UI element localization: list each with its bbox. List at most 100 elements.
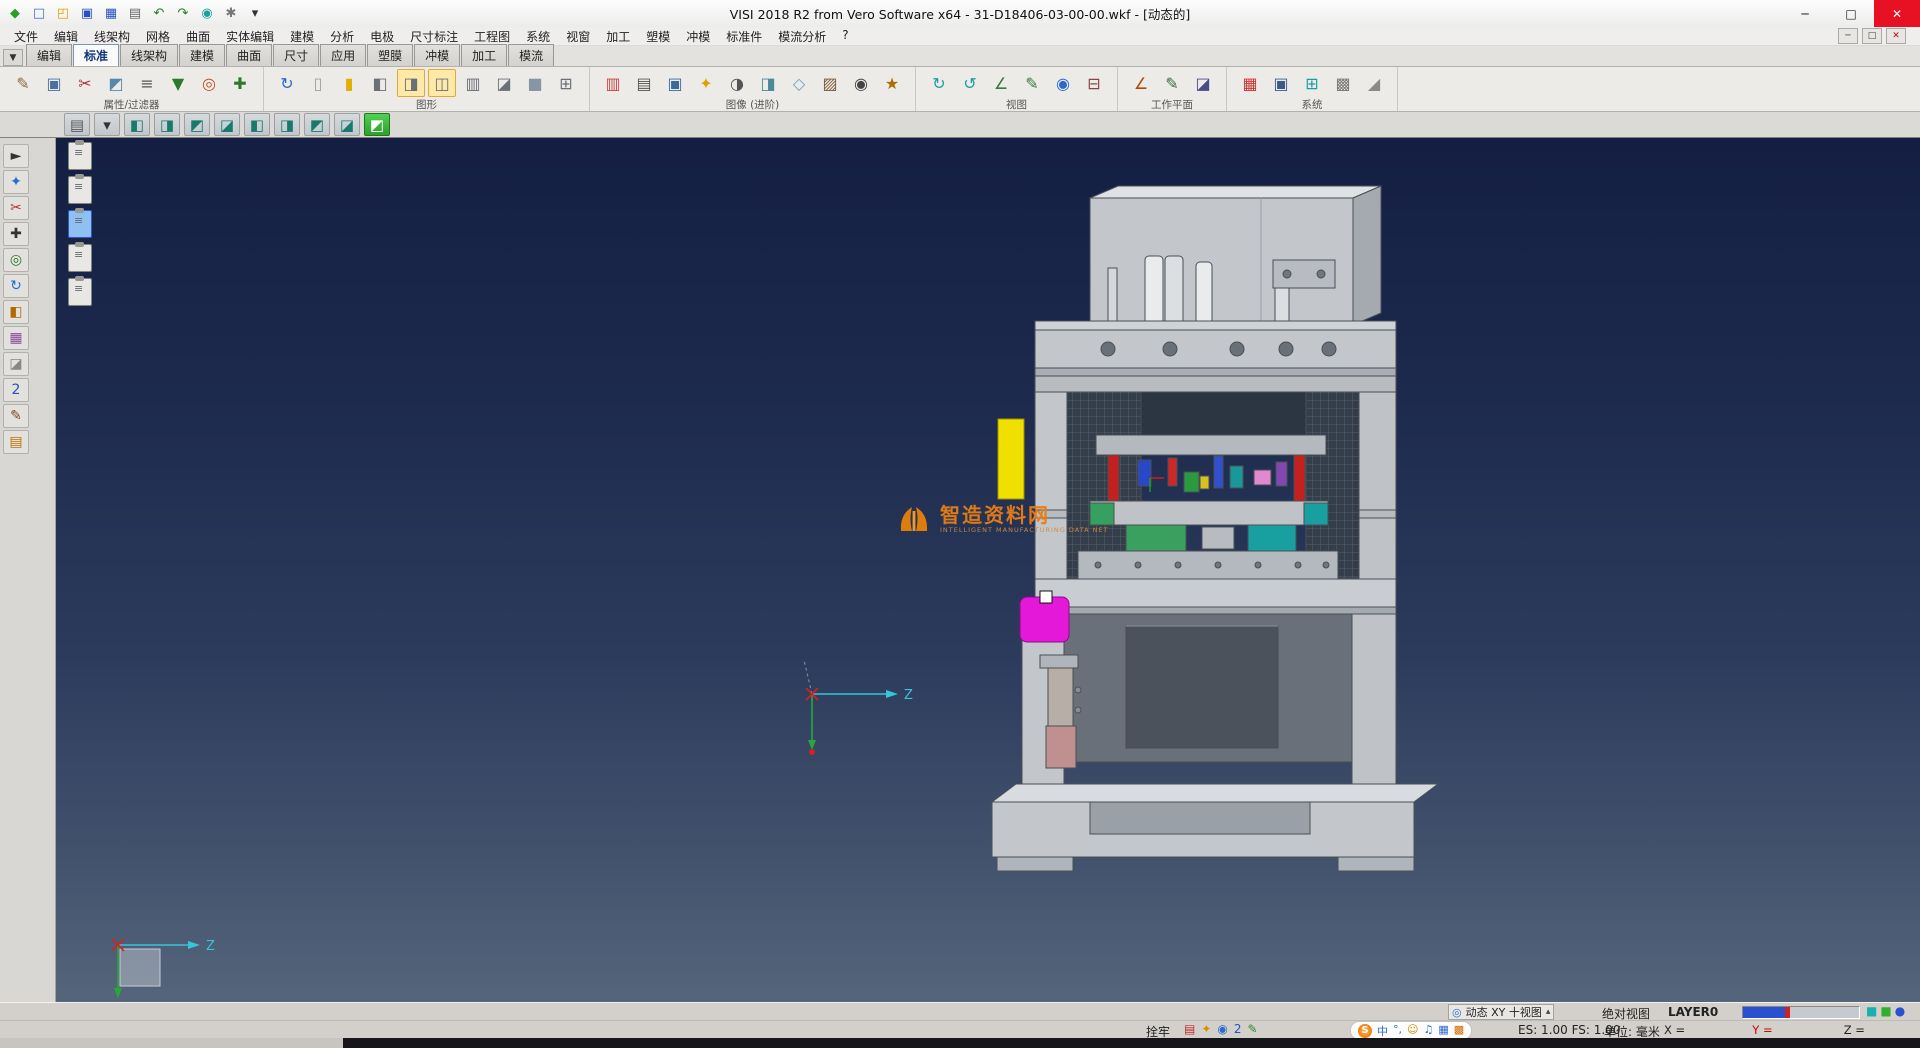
settings-icon[interactable]: ✱ <box>220 4 242 24</box>
tab-machining[interactable]: 加工 <box>461 44 507 66</box>
mdi-minimize-button[interactable]: ─ <box>1838 28 1858 44</box>
view-cube-left-icon[interactable]: ◩ <box>184 113 210 136</box>
new-document-icon[interactable]: □ <box>28 4 50 24</box>
lamp-on-icon[interactable]: ▮ <box>335 69 363 97</box>
capture-icon[interactable]: ◉ <box>196 4 218 24</box>
view-mode-selector[interactable]: ◎ 动态 XY 十视图 ▴ <box>1448 1004 1554 1020</box>
mirror-icon[interactable]: ◨ <box>754 69 782 97</box>
view-cube-bottom-icon[interactable]: ◨ <box>274 113 300 136</box>
annotate-icon[interactable]: ✎ <box>1018 69 1046 97</box>
tab-surface[interactable]: 曲面 <box>226 44 272 66</box>
edit-2d-icon[interactable]: 2 <box>3 378 29 402</box>
view-cube-iso-se-icon[interactable]: ◪ <box>334 113 360 136</box>
ime-chinese-mode-icon[interactable]: 中 <box>1377 1023 1388 1039</box>
menu-surface[interactable]: 曲面 <box>178 27 218 46</box>
tab-wireframe[interactable]: 线架构 <box>120 44 178 66</box>
bounding-box-icon[interactable]: ⊞ <box>552 69 580 97</box>
texture-icon[interactable]: ▨ <box>816 69 844 97</box>
menu-machining[interactable]: 加工 <box>598 27 638 46</box>
side-bracket[interactable] <box>1273 260 1335 288</box>
attr-magnet-icon[interactable]: ◎ <box>195 69 223 97</box>
attr-match-icon[interactable]: ✚ <box>226 69 254 97</box>
top-housing[interactable] <box>1090 186 1381 325</box>
session-lock-icon[interactable]: ▤ <box>1184 1022 1195 1036</box>
clipboard-slot-1[interactable] <box>68 142 92 170</box>
compass-icon[interactable]: ◎ <box>3 248 29 272</box>
selection-grid-icon[interactable]: ⊞ <box>1298 69 1326 97</box>
undo-icon[interactable]: ↶ <box>148 4 170 24</box>
transparency-icon[interactable]: ◪ <box>490 69 518 97</box>
menu-modeling[interactable]: 建模 <box>282 27 322 46</box>
attr-copy-icon[interactable]: ▣ <box>40 69 68 97</box>
hidden-line-icon[interactable]: ▥ <box>459 69 487 97</box>
solid-view-icon[interactable]: ■ <box>521 69 549 97</box>
menu-mesh[interactable]: 网格 <box>138 27 178 46</box>
view-cube-back-icon[interactable]: ◨ <box>154 113 180 136</box>
light-icon[interactable]: ✦ <box>692 69 720 97</box>
sogou-logo-icon[interactable]: S <box>1358 1024 1372 1038</box>
raster-icon[interactable]: ▩ <box>1329 69 1357 97</box>
ime-mic-icon[interactable]: ♫ <box>1423 1023 1433 1039</box>
indicator-teal-square[interactable]: ■ <box>1866 1004 1877 1018</box>
library-icon[interactable]: ▤ <box>3 430 29 454</box>
menu-electrode[interactable]: 电极 <box>362 27 402 46</box>
tab-modeling[interactable]: 建模 <box>179 44 225 66</box>
film-icon[interactable]: ▤ <box>630 69 658 97</box>
view-cube-right-icon[interactable]: ◪ <box>214 113 240 136</box>
mold-stack[interactable] <box>1078 435 1338 579</box>
zoom-dynamic-icon[interactable]: ↻ <box>925 69 953 97</box>
view-cube-iso-sw-icon[interactable]: ◩ <box>304 113 330 136</box>
ime-toolbox-icon[interactable]: ▩ <box>1454 1023 1464 1039</box>
save-all-icon[interactable]: ▦ <box>100 4 122 24</box>
monitor-icon[interactable]: ▣ <box>1267 69 1295 97</box>
gradient-icon[interactable]: ◢ <box>1360 69 1388 97</box>
view-list-dropdown-icon[interactable]: ▾ <box>94 113 120 136</box>
view-cube-iso-active-icon[interactable]: ◩ <box>364 113 390 136</box>
magenta-selected-part[interactable] <box>1020 591 1069 642</box>
menu-edit[interactable]: 编辑 <box>46 27 86 46</box>
zoom-previous-icon[interactable]: ↺ <box>956 69 984 97</box>
open-file-icon[interactable]: ◰ <box>52 4 74 24</box>
camera-icon[interactable]: ◉ <box>847 69 875 97</box>
attr-filter-icon[interactable]: ▼ <box>164 69 192 97</box>
rotate-view-icon[interactable]: ↻ <box>3 274 29 298</box>
base-frame[interactable] <box>992 784 1438 871</box>
clipboard-slot-2[interactable] <box>68 176 92 204</box>
menu-die[interactable]: 冲模 <box>678 27 718 46</box>
tab-overflow-dropdown[interactable]: ▼ <box>3 49 23 66</box>
ime-emoji-icon[interactable]: ☺ <box>1407 1023 1418 1039</box>
globe-icon[interactable]: ◉ <box>1217 1022 1227 1036</box>
menu-file[interactable]: 文件 <box>6 27 46 46</box>
menu-window[interactable]: 视窗 <box>558 27 598 46</box>
tab-die[interactable]: 冲模 <box>414 44 460 66</box>
menu-solid-edit[interactable]: 实体编辑 <box>218 27 282 46</box>
clipboard-slot-5[interactable] <box>68 278 92 306</box>
fill-color-icon[interactable]: ◧ <box>3 300 29 324</box>
menu-analysis[interactable]: 分析 <box>322 27 362 46</box>
mdi-close-button[interactable]: ✕ <box>1886 28 1906 44</box>
pen-icon[interactable]: ✎ <box>1248 1022 1258 1036</box>
multi-select-icon[interactable]: ✦ <box>3 170 29 194</box>
mdi-restore-button[interactable]: □ <box>1862 28 1882 44</box>
attr-list-icon[interactable]: ≡ <box>133 69 161 97</box>
spark-icon[interactable]: ✦ <box>1201 1022 1211 1036</box>
clip-plane-icon[interactable]: ⊟ <box>1080 69 1108 97</box>
ime-keyboard-icon[interactable]: ▦ <box>1438 1023 1448 1039</box>
menu-standard-parts[interactable]: 标准件 <box>718 27 770 46</box>
redo-icon[interactable]: ↷ <box>172 4 194 24</box>
workplane-iso-icon[interactable]: ◪ <box>1189 69 1217 97</box>
edit-count-icon[interactable]: 2 <box>1234 1022 1242 1036</box>
palette-icon[interactable]: ▦ <box>3 326 29 350</box>
tab-mold[interactable]: 塑膜 <box>367 44 413 66</box>
print-icon[interactable]: ▤ <box>124 4 146 24</box>
shade-flat-icon[interactable]: ◧ <box>366 69 394 97</box>
yellow-part[interactable] <box>998 419 1024 499</box>
eye-icon[interactable]: ◉ <box>1049 69 1077 97</box>
view-mode-expand-icon[interactable]: ▴ <box>1546 1007 1551 1017</box>
tab-edit[interactable]: 编辑 <box>26 44 72 66</box>
menu-mold[interactable]: 塑模 <box>638 27 678 46</box>
glass-icon[interactable]: ◇ <box>785 69 813 97</box>
clipboard-slot-4[interactable] <box>68 244 92 272</box>
view-cube-top-icon[interactable]: ◧ <box>244 113 270 136</box>
close-button[interactable]: ✕ <box>1874 0 1920 27</box>
